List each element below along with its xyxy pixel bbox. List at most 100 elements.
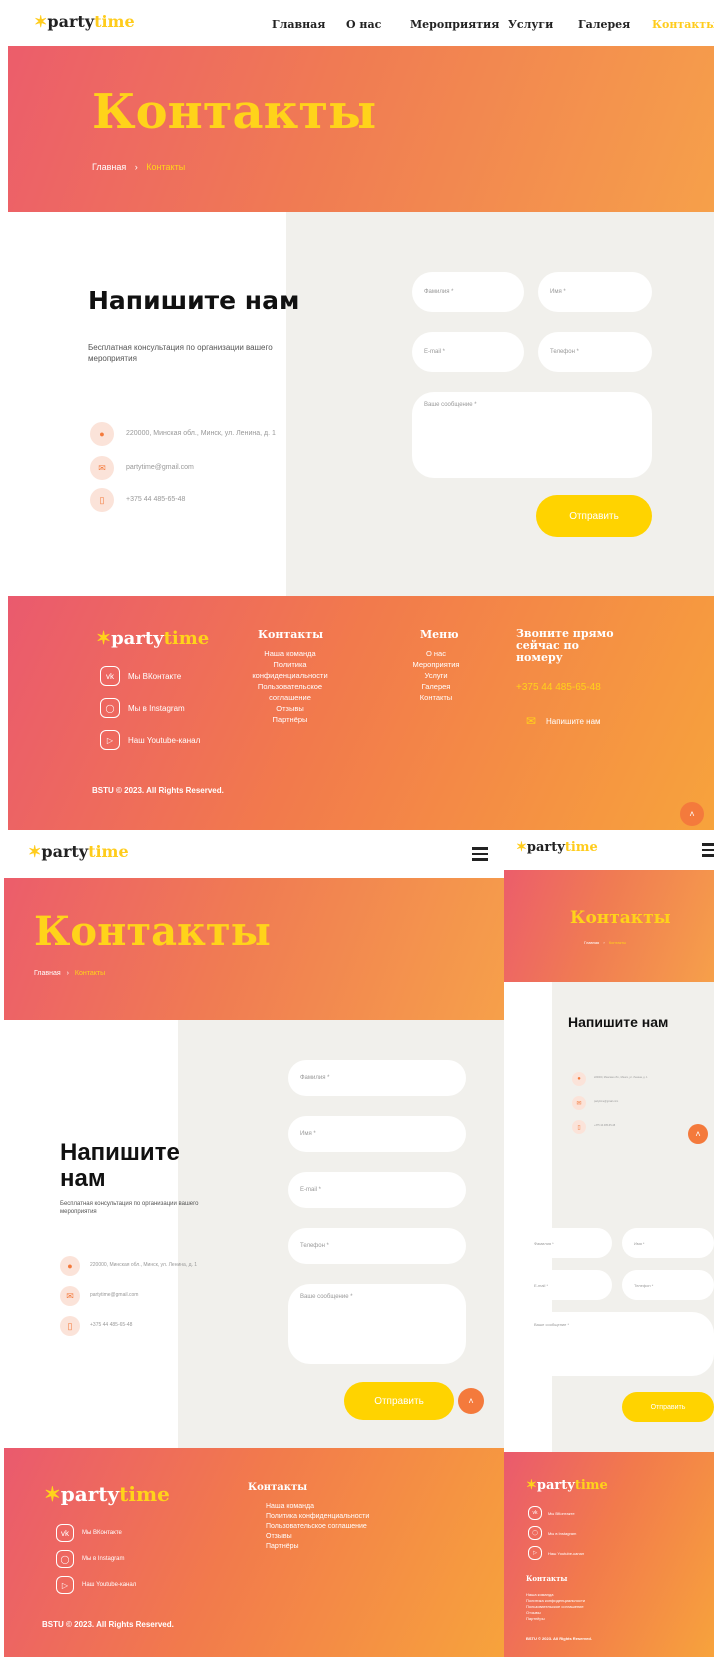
footer-contacts-title: Контакты	[526, 1574, 568, 1583]
logo[interactable]: ✶partytime	[28, 842, 129, 861]
vk-icon[interactable]: vk	[528, 1506, 542, 1520]
instagram-icon[interactable]: ◯	[56, 1550, 74, 1568]
footer-link-terms[interactable]: Пользовательское соглашение	[266, 1522, 369, 1532]
mail-icon: ✉	[90, 456, 114, 480]
footer-link-partners[interactable]: Партнёры	[240, 714, 340, 725]
phone-icon: ▯	[60, 1316, 80, 1336]
footer-link-team[interactable]: Наша команда	[266, 1502, 369, 1512]
nav-about[interactable]: О нас	[346, 18, 381, 31]
name-field[interactable]: Имя *	[538, 272, 652, 312]
surname-field[interactable]: Фамилия *	[412, 272, 524, 312]
footer-link-partners[interactable]: Партнёры	[266, 1542, 369, 1552]
message-field[interactable]: Ваше сообщение *	[288, 1284, 466, 1364]
contact-phone[interactable]: +375 44 485-65-48	[126, 496, 185, 503]
message-field[interactable]: Ваше сообщение *	[522, 1312, 714, 1376]
page-title: Контакты	[570, 908, 671, 928]
submit-button[interactable]: Отправить	[536, 495, 652, 537]
nav-events[interactable]: Мероприятия	[410, 18, 499, 31]
footer-link-reviews[interactable]: Отзывы	[266, 1532, 369, 1542]
social-youtube-link[interactable]: Наш Youtube-канал	[82, 1582, 136, 1588]
contact-section: Напишите нам ● 220000, Минская обл., Мин…	[504, 982, 714, 1452]
email-field[interactable]: E-mail *	[522, 1270, 612, 1300]
nav-home[interactable]: Главная	[272, 18, 325, 31]
hero: Контакты Главная › Контакты	[504, 870, 714, 982]
social-instagram-link[interactable]: Мы в Instagram	[128, 704, 185, 713]
logo[interactable]: ✶partytime	[516, 840, 598, 855]
name-field[interactable]: Имя *	[288, 1116, 466, 1152]
phone-field[interactable]: Телефон *	[288, 1228, 466, 1264]
confetti-icon: ✶	[28, 842, 42, 861]
breadcrumb-home[interactable]: Главная	[34, 970, 61, 977]
contact-heading: Напишите нам	[88, 286, 300, 315]
submit-button[interactable]: Отправить	[622, 1392, 714, 1422]
submit-button[interactable]: Отправить	[344, 1382, 454, 1420]
footer-contacts-list: Наша команда Политика конфиденциальности…	[526, 1592, 585, 1622]
surname-field[interactable]: Фамилия *	[288, 1060, 466, 1096]
email-field[interactable]: E-mail *	[288, 1172, 466, 1208]
footer-menu-contacts[interactable]: Контакты	[394, 692, 478, 703]
vk-icon[interactable]: vk	[100, 666, 120, 686]
arrow-up-icon[interactable]: ˄	[458, 1388, 484, 1414]
footer-menu-list: О нас Мероприятия Услуги Галерея Контакт…	[394, 648, 478, 703]
social-vk-link[interactable]: Мы ВКонтакте	[82, 1530, 122, 1536]
social-vk-link[interactable]: Мы ВКонтакте	[548, 1511, 575, 1516]
social-youtube-link[interactable]: Наш Youtube-канал	[128, 736, 200, 745]
social-youtube-link[interactable]: Наш Youtube-канал	[548, 1551, 584, 1556]
contact-email[interactable]: partytime@gmail.com	[126, 464, 194, 471]
footer-link-privacy[interactable]: Политика конфиденциальности	[240, 659, 340, 681]
footer-logo[interactable]: ✶partytime	[526, 1478, 608, 1493]
email-field[interactable]: E-mail *	[412, 332, 524, 372]
footer-link-team[interactable]: Наша команда	[240, 648, 340, 659]
social-instagram-link[interactable]: Мы в Instagram	[548, 1531, 576, 1536]
footer-menu-events[interactable]: Мероприятия	[394, 659, 478, 670]
breadcrumb-home[interactable]: Главная	[584, 940, 599, 945]
social-instagram-link[interactable]: Мы в Instagram	[82, 1556, 125, 1562]
breadcrumb-current: Контакты	[608, 940, 627, 945]
vk-icon[interactable]: vk	[56, 1524, 74, 1542]
hamburger-icon[interactable]	[472, 844, 488, 864]
contact-subtitle: Бесплатная консультация по организации в…	[60, 1201, 199, 1215]
footer-link-reviews[interactable]: Отзывы	[240, 703, 340, 714]
footer-contacts-title: Контакты	[258, 628, 324, 641]
arrow-up-icon[interactable]: ˄	[680, 802, 704, 826]
contact-phone[interactable]: +375 44 485-65-48	[594, 1124, 615, 1127]
nav-services[interactable]: Услуги	[508, 18, 553, 31]
phone-field[interactable]: Телефон *	[622, 1270, 714, 1300]
mail-icon: ✉	[60, 1286, 80, 1306]
footer-contacts-title: Контакты	[248, 1482, 308, 1493]
contact-email[interactable]: partytime@gmail.com	[90, 1292, 138, 1298]
instagram-icon[interactable]: ◯	[100, 698, 120, 718]
footer-menu-gallery[interactable]: Галерея	[394, 681, 478, 692]
footer-menu-services[interactable]: Услуги	[394, 670, 478, 681]
footer-write-us[interactable]: Напишите нам	[546, 717, 601, 726]
social-vk-link[interactable]: Мы ВКонтакте	[128, 672, 181, 681]
footer-link-partners[interactable]: Партнёры	[526, 1616, 585, 1622]
phone-field[interactable]: Телефон *	[538, 332, 652, 372]
hamburger-icon[interactable]	[702, 840, 714, 860]
footer-logo[interactable]: ✶partytime	[44, 1482, 170, 1506]
contact-phone[interactable]: +375 44 485-65-48	[90, 1322, 132, 1328]
footer-call-title: Звоните прямо сейчас по номеру	[516, 627, 614, 664]
logo[interactable]: ✶partytime	[34, 12, 135, 31]
message-field[interactable]: Ваше сообщение *	[412, 392, 652, 478]
youtube-icon[interactable]: ▷	[528, 1546, 542, 1560]
nav-contacts[interactable]: Контакты	[652, 18, 714, 31]
footer-call-phone[interactable]: +375 44 485-65-48	[516, 682, 601, 693]
youtube-icon[interactable]: ▷	[100, 730, 120, 750]
footer-link-privacy[interactable]: Политика конфиденциальности	[266, 1512, 369, 1522]
breadcrumb-sep: ›	[134, 162, 138, 172]
footer-menu-about[interactable]: О нас	[394, 648, 478, 659]
footer-link-terms[interactable]: Пользовательское соглашение	[240, 681, 340, 703]
footer-logo[interactable]: ✶partytime	[96, 628, 209, 649]
instagram-icon[interactable]: ◯	[528, 1526, 542, 1540]
surname-field[interactable]: Фамилия *	[522, 1228, 612, 1258]
youtube-icon[interactable]: ▷	[56, 1576, 74, 1594]
breadcrumb-home[interactable]: Главная	[92, 162, 126, 172]
nav-gallery[interactable]: Галерея	[578, 18, 630, 31]
name-field[interactable]: Имя *	[622, 1228, 714, 1258]
contact-email[interactable]: partytime@gmail.com	[594, 1100, 618, 1103]
arrow-up-icon[interactable]: ˄	[688, 1124, 708, 1144]
confetti-icon: ✶	[44, 1482, 61, 1506]
contact-heading: Напишите нам	[568, 1014, 669, 1030]
confetti-icon: ✶	[516, 840, 527, 855]
